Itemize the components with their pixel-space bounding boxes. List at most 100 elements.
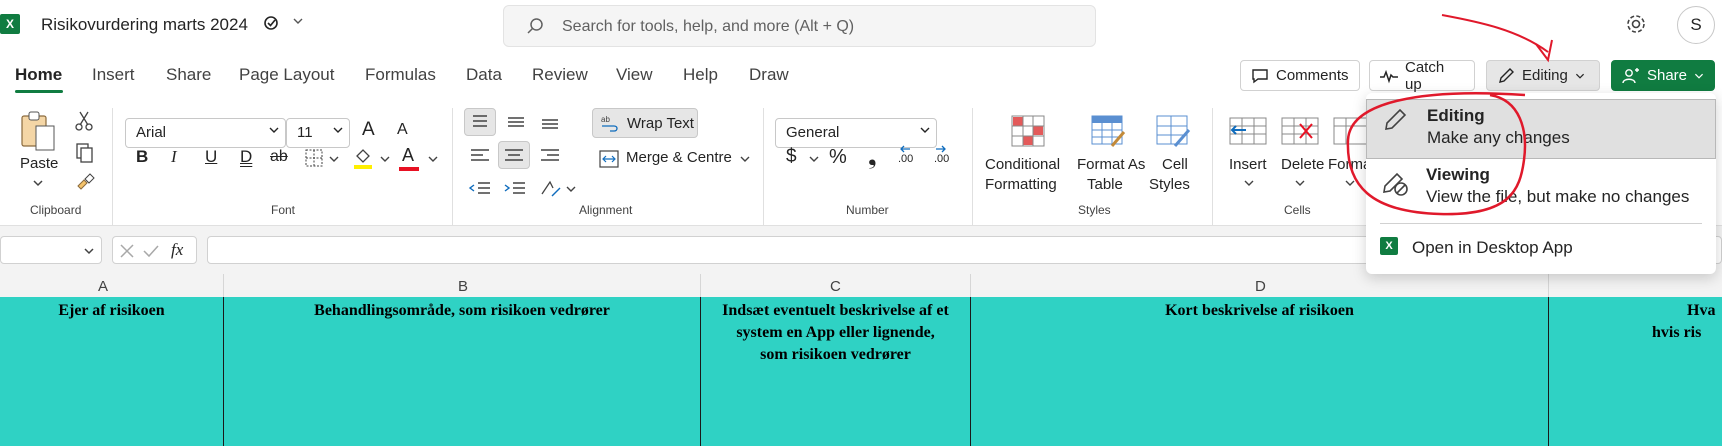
cell-styles-label-2[interactable]: Styles <box>1149 176 1190 193</box>
catch-up-button[interactable]: Catch up <box>1369 59 1475 93</box>
align-bottom-icon[interactable] <box>536 110 564 134</box>
text-orientation-icon[interactable] <box>538 176 562 200</box>
paste-icon[interactable] <box>18 110 58 152</box>
copy-icon[interactable] <box>74 142 94 164</box>
fill-color-icon[interactable] <box>352 146 374 170</box>
decrease-indent-icon[interactable] <box>466 176 494 200</box>
paste-chevron-icon[interactable] <box>32 178 44 188</box>
font-name-dropdown[interactable]: Arial <box>125 118 286 148</box>
tab-help[interactable]: Help <box>683 65 718 85</box>
format-as-table-icon[interactable] <box>1090 114 1126 148</box>
menu-item-open-desktop[interactable]: X Open in Desktop App <box>1366 227 1716 267</box>
align-right-icon[interactable] <box>536 143 564 167</box>
cell-d1[interactable]: Kort beskrivelse af risikoen <box>971 300 1548 322</box>
cell-styles-icon[interactable] <box>1155 114 1191 148</box>
tab-page-layout[interactable]: Page Layout <box>239 65 334 85</box>
orientation-chevron-icon[interactable] <box>566 185 576 193</box>
delete-cells-label[interactable]: Delete <box>1281 156 1324 173</box>
decrease-decimal-button[interactable]: .00 <box>934 153 949 165</box>
confirm-entry-icon[interactable] <box>143 243 159 259</box>
font-size-dropdown[interactable]: 11 <box>286 118 350 148</box>
font-color-button[interactable]: A <box>402 145 414 166</box>
format-as-table-label-1[interactable]: Format As <box>1077 156 1145 173</box>
increase-indent-icon[interactable] <box>501 176 529 200</box>
menu-item-viewing[interactable]: Viewing View the file, but make no chang… <box>1366 160 1716 220</box>
tab-data[interactable]: Data <box>466 65 502 85</box>
title-chevron-down-icon[interactable] <box>292 15 304 30</box>
shrink-font-button[interactable]: A <box>397 121 408 139</box>
tab-formulas[interactable]: Formulas <box>365 65 436 85</box>
conditional-formatting-label-1[interactable]: Conditional <box>985 156 1060 173</box>
format-cells-icon[interactable] <box>1332 116 1366 146</box>
format-chevron-icon[interactable] <box>1345 179 1355 187</box>
underline-button[interactable]: U <box>205 147 217 167</box>
wrap-text-button[interactable]: ab Wrap Text <box>592 108 698 138</box>
search-box[interactable]: Search for tools, help, and more (Alt + … <box>503 5 1096 47</box>
insert-cells-icon[interactable] <box>1228 116 1268 146</box>
align-top-button[interactable] <box>464 108 496 136</box>
tab-view[interactable]: View <box>616 65 653 85</box>
align-center-button[interactable] <box>498 141 530 169</box>
column-divider[interactable] <box>700 274 701 297</box>
tab-insert[interactable]: Insert <box>92 65 135 85</box>
fill-color-chevron-icon[interactable] <box>380 155 390 163</box>
double-underline-button[interactable]: D <box>240 147 252 167</box>
column-header-a[interactable]: A <box>98 278 108 295</box>
merge-centre-label[interactable]: Merge & Centre <box>626 149 732 166</box>
cell-b1[interactable]: Behandlingsområde, som risikoen vedrører <box>224 300 700 322</box>
document-title[interactable]: Risikovurdering marts 2024 <box>41 15 248 35</box>
conditional-formatting-label-2[interactable]: Formatting <box>985 176 1057 193</box>
bold-button[interactable]: B <box>136 147 148 167</box>
align-middle-icon[interactable] <box>502 110 530 134</box>
merge-chevron-icon[interactable] <box>740 155 750 163</box>
comma-style-button[interactable]: ❟ <box>868 144 877 170</box>
font-color-chevron-icon[interactable] <box>428 155 438 163</box>
column-divider[interactable] <box>223 274 224 297</box>
name-box-chevron-icon[interactable] <box>83 246 95 256</box>
borders-chevron-icon[interactable] <box>329 155 339 163</box>
cell-e1[interactable]: Hva hvis ris <box>1549 300 1722 344</box>
conditional-formatting-icon[interactable] <box>1010 114 1046 148</box>
currency-chevron-icon[interactable] <box>809 155 819 163</box>
cell-styles-label-1[interactable]: Cell <box>1162 156 1188 173</box>
column-divider[interactable] <box>1548 274 1549 297</box>
insert-chevron-icon[interactable] <box>1244 179 1254 187</box>
column-header-d[interactable]: D <box>1255 278 1266 295</box>
sync-status-icon[interactable] <box>264 15 280 35</box>
column-header-b[interactable]: B <box>458 278 468 295</box>
cell-c1[interactable]: Indsæt eventuelt beskrivelse af et system… <box>701 300 970 366</box>
settings-gear-icon[interactable] <box>1624 12 1648 36</box>
grow-font-button[interactable]: A <box>362 119 375 141</box>
comments-button[interactable]: Comments <box>1240 60 1360 91</box>
number-format-dropdown[interactable]: General <box>775 118 937 148</box>
align-left-icon[interactable] <box>466 143 494 167</box>
column-divider[interactable] <box>970 274 971 297</box>
tab-review[interactable]: Review <box>532 65 588 85</box>
delete-chevron-icon[interactable] <box>1295 179 1305 187</box>
column-header-c[interactable]: C <box>830 278 841 295</box>
share-button[interactable]: Share <box>1611 60 1715 91</box>
tab-draw[interactable]: Draw <box>749 65 789 85</box>
editing-mode-button[interactable]: Editing <box>1486 60 1600 91</box>
insert-function-button[interactable]: fx <box>171 240 183 260</box>
merge-centre-icon[interactable] <box>598 149 620 169</box>
italic-button[interactable]: I <box>171 147 177 167</box>
cancel-entry-icon[interactable] <box>119 243 135 259</box>
tab-share[interactable]: Share <box>166 65 211 85</box>
tab-home[interactable]: Home <box>15 65 62 85</box>
insert-cells-label[interactable]: Insert <box>1229 156 1267 173</box>
format-painter-icon[interactable] <box>74 172 96 192</box>
cut-scissors-icon[interactable] <box>74 110 94 132</box>
borders-icon[interactable] <box>304 148 324 168</box>
increase-decimal-button[interactable]: .00 <box>898 153 913 165</box>
percent-format-button[interactable]: % <box>829 146 847 169</box>
format-cells-label[interactable]: Forma <box>1328 156 1371 173</box>
currency-format-button[interactable]: $ <box>786 146 797 168</box>
strikethrough-button[interactable]: ab <box>270 148 288 166</box>
format-as-table-label-2[interactable]: Table <box>1087 176 1123 193</box>
paste-label[interactable]: Paste <box>20 155 58 172</box>
name-box[interactable] <box>0 236 102 264</box>
delete-cells-icon[interactable] <box>1280 116 1320 146</box>
user-avatar[interactable]: S <box>1677 6 1715 44</box>
sheet-grid[interactable]: Ejer af risikoen Behandlingsområde, som … <box>0 297 1722 446</box>
